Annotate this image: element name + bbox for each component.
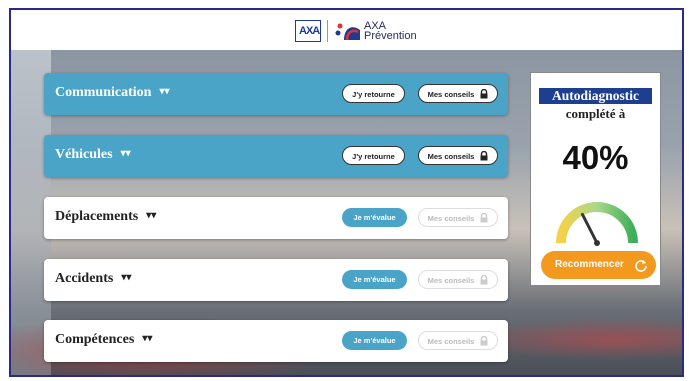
chevron-down-icon: ▾▾ xyxy=(121,272,132,283)
je-mevalue-button[interactable]: Je m'évalue xyxy=(342,270,407,289)
je-mevalue-button[interactable]: Je m'évalue xyxy=(342,331,407,350)
lock-icon xyxy=(480,151,488,161)
chevron-down-icon: ▾▾ xyxy=(146,210,157,221)
lock-icon xyxy=(480,89,488,99)
panel-title: Autodiagnostic xyxy=(539,88,652,104)
autodiagnostic-panel: Autodiagnostic complété à 40% Recommence… xyxy=(530,72,661,286)
progress-percent: 40% xyxy=(562,139,629,176)
category-card-deplacements: Déplacements ▾▾ Je m'évalue Mes conseils xyxy=(44,197,508,239)
brand-name: AXA Prévention xyxy=(364,20,417,42)
category-card-competences: Compétences ▾▾ Je m'évalue Mes conseils xyxy=(44,320,508,362)
category-title[interactable]: Compétences ▾▾ xyxy=(55,332,152,348)
chevron-down-icon: ▾▾ xyxy=(159,86,170,97)
recommencer-button[interactable]: Recommencer xyxy=(541,251,656,279)
app-frame: AXA AXA Prévention Communication ▾▾ J'y r… xyxy=(9,8,684,377)
header-bar: AXA AXA Prévention xyxy=(11,10,682,50)
category-title[interactable]: Accidents ▾▾ xyxy=(55,271,131,287)
progress-gauge xyxy=(556,202,638,246)
lock-icon xyxy=(480,213,488,223)
axa-logo: AXA xyxy=(295,20,321,42)
axa-prevention-logo-icon xyxy=(335,23,360,41)
category-title[interactable]: Véhicules ▾▾ xyxy=(55,147,131,163)
mes-conseils-button-disabled: Mes conseils xyxy=(418,331,498,350)
mes-conseils-button-disabled: Mes conseils xyxy=(418,208,498,227)
mes-conseils-button[interactable]: Mes conseils xyxy=(418,84,498,103)
lock-icon xyxy=(480,275,488,285)
mes-conseils-button-disabled: Mes conseils xyxy=(418,270,498,289)
logo-separator xyxy=(327,20,328,42)
jy-retourne-button[interactable]: J'y retourne xyxy=(342,84,405,103)
panel-subtitle: complété à xyxy=(565,106,626,121)
gauge-needle xyxy=(581,213,599,245)
je-mevalue-button[interactable]: Je m'évalue xyxy=(342,208,407,227)
mes-conseils-button[interactable]: Mes conseils xyxy=(418,146,498,165)
lock-icon xyxy=(480,336,488,346)
category-card-accidents: Accidents ▾▾ Je m'évalue Mes conseils xyxy=(44,259,508,301)
refresh-icon xyxy=(635,260,647,272)
category-card-communication: Communication ▾▾ J'y retourne Mes conseil… xyxy=(44,73,508,115)
jy-retourne-button[interactable]: J'y retourne xyxy=(342,146,405,165)
chevron-down-icon: ▾▾ xyxy=(142,333,153,344)
category-card-vehicules: Véhicules ▾▾ J'y retourne Mes conseils xyxy=(44,135,508,177)
category-title[interactable]: Communication ▾▾ xyxy=(55,85,170,101)
category-title[interactable]: Déplacements ▾▾ xyxy=(55,209,156,225)
chevron-down-icon: ▾▾ xyxy=(120,148,131,159)
